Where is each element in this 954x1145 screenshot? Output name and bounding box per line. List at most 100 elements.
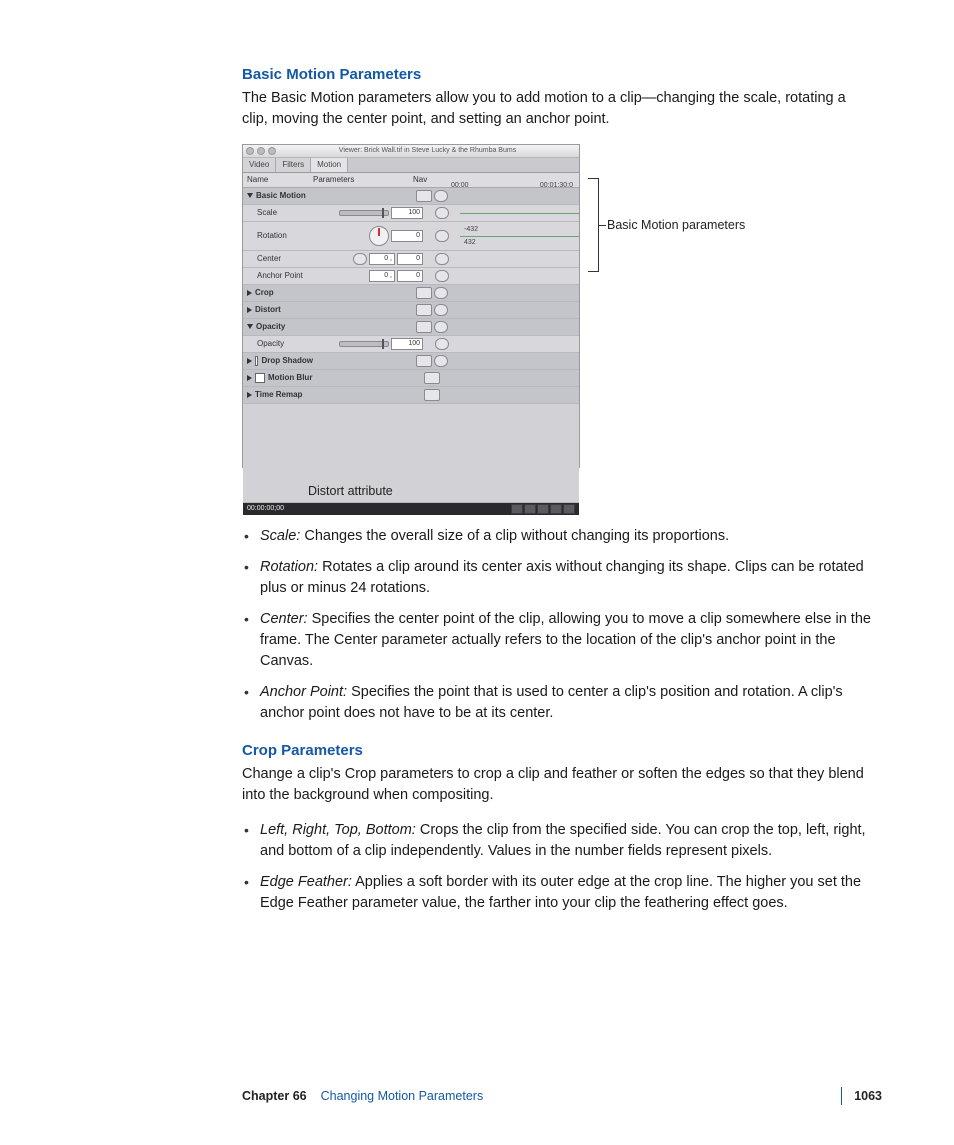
- keyframe-menu-button[interactable]: [434, 190, 448, 202]
- group-label: Opacity: [256, 321, 285, 333]
- motion-blur-checkbox[interactable]: [255, 373, 265, 383]
- status-bar: 00:00:00;00: [243, 503, 579, 515]
- traffic-light-icon[interactable]: [246, 147, 254, 155]
- callout-bracket: [588, 178, 599, 272]
- crosshair-button[interactable]: [353, 253, 367, 265]
- group-distort[interactable]: Distort: [243, 302, 579, 319]
- group-motion-blur[interactable]: Motion Blur: [243, 370, 579, 387]
- reset-button[interactable]: [416, 190, 432, 202]
- viewer-tabs: Video Filters Motion: [243, 158, 579, 173]
- group-time-remap[interactable]: Time Remap: [243, 387, 579, 404]
- keyframe-graph-line: [460, 213, 579, 214]
- nav-button[interactable]: [563, 504, 575, 514]
- group-opacity[interactable]: Opacity: [243, 319, 579, 336]
- opacity-slider[interactable]: [339, 341, 389, 347]
- scale-slider[interactable]: [339, 210, 389, 216]
- param-anchor-point: Anchor Point 0 ,0: [243, 268, 579, 285]
- disclosure-right-icon[interactable]: [247, 290, 252, 296]
- ruler-end: 00:01:30:0: [540, 181, 573, 191]
- list-item: Center: Specifies the center point of th…: [242, 609, 874, 672]
- nav-button[interactable]: [537, 504, 549, 514]
- traffic-light-icon[interactable]: [268, 147, 276, 155]
- keyframe-button[interactable]: [435, 253, 449, 265]
- empty-area: [243, 404, 579, 503]
- group-drop-shadow[interactable]: Drop Shadow: [243, 353, 579, 370]
- reset-button[interactable]: [424, 372, 440, 384]
- group-crop[interactable]: Crop: [243, 285, 579, 302]
- callout-basic-motion-params: Basic Motion parameters: [588, 178, 745, 272]
- ruler-start: 00:00: [451, 181, 469, 191]
- param-label: Anchor Point: [257, 270, 303, 282]
- disclosure-right-icon[interactable]: [247, 392, 252, 398]
- keyframe-button[interactable]: [435, 338, 449, 350]
- group-label: Crop: [255, 287, 274, 299]
- drop-shadow-checkbox[interactable]: [255, 356, 258, 366]
- bullet-text: Specifies the center point of the clip, …: [260, 611, 871, 669]
- center-x[interactable]: 0 ,: [369, 253, 395, 265]
- reset-button[interactable]: [416, 355, 432, 367]
- bullet-text: Specifies the point that is used to cent…: [260, 684, 843, 721]
- group-basic-motion[interactable]: Basic Motion: [243, 188, 579, 205]
- group-label: Motion Blur: [268, 372, 312, 384]
- keyframe-menu-button[interactable]: [434, 321, 448, 333]
- keyframe-menu-button[interactable]: [434, 355, 448, 367]
- disclosure-right-icon[interactable]: [247, 358, 252, 364]
- page: Basic Motion Parameters The Basic Motion…: [0, 0, 954, 1145]
- col-name: Name: [243, 174, 313, 186]
- traffic-light-icon[interactable]: [257, 147, 265, 155]
- rotation-range-top: 432: [464, 238, 476, 248]
- group-label: Distort: [255, 304, 281, 316]
- tab-motion[interactable]: Motion: [311, 158, 348, 172]
- keyframe-graph-line: [460, 236, 579, 237]
- param-rotation: Rotation 0 432 -432: [243, 222, 579, 251]
- scale-value[interactable]: 100: [391, 207, 423, 219]
- crop-bullets: Left, Right, Top, Bottom: Crops the clip…: [242, 820, 874, 914]
- bullet-term: Anchor Point:: [260, 684, 347, 700]
- reset-button[interactable]: [424, 389, 440, 401]
- nav-button[interactable]: [511, 504, 523, 514]
- rotation-value[interactable]: 0: [391, 230, 423, 242]
- disclosure-down-icon[interactable]: [247, 193, 253, 198]
- tab-filters[interactable]: Filters: [276, 158, 311, 172]
- viewer-title: Viewer: Brick Wall.tif in Steve Lucky & …: [279, 146, 576, 156]
- figure-motion-tab: Viewer: Brick Wall.tif in Steve Lucky & …: [242, 144, 874, 504]
- reset-button[interactable]: [416, 287, 432, 299]
- list-item: Scale: Changes the overall size of a cli…: [242, 526, 874, 547]
- bullet-term: Scale:: [260, 528, 300, 544]
- keyframe-button[interactable]: [435, 207, 449, 219]
- opacity-value[interactable]: 100: [391, 338, 423, 350]
- param-center: Center 0 ,0: [243, 251, 579, 268]
- section-intro-crop: Change a clip's Crop parameters to crop …: [242, 764, 874, 806]
- page-footer: Chapter 66 Changing Motion Parameters 10…: [242, 1087, 882, 1105]
- bullet-term: Center:: [260, 611, 308, 627]
- rotation-dial[interactable]: [369, 226, 389, 246]
- center-y[interactable]: 0: [397, 253, 423, 265]
- keyframe-menu-button[interactable]: [434, 287, 448, 299]
- viewer-titlebar: Viewer: Brick Wall.tif in Steve Lucky & …: [243, 145, 579, 158]
- nav-button[interactable]: [550, 504, 562, 514]
- reset-button[interactable]: [416, 304, 432, 316]
- anchor-y[interactable]: 0: [397, 270, 423, 282]
- basic-motion-bullets: Scale: Changes the overall size of a cli…: [242, 526, 874, 724]
- col-parameters: Parameters: [313, 174, 413, 186]
- bullet-text: Rotates a clip around its center axis wi…: [260, 559, 864, 596]
- disclosure-down-icon[interactable]: [247, 324, 253, 329]
- nav-button[interactable]: [524, 504, 536, 514]
- param-scale: Scale 100: [243, 205, 579, 222]
- keyframe-button[interactable]: [435, 230, 449, 242]
- columns-header: Name Parameters Nav 00:00 00:01:30:0: [243, 173, 579, 188]
- disclosure-right-icon[interactable]: [247, 307, 252, 313]
- callout-label: Basic Motion parameters: [607, 216, 745, 234]
- tab-video[interactable]: Video: [243, 158, 276, 172]
- keyframe-menu-button[interactable]: [434, 304, 448, 316]
- rotation-range-bottom: -432: [464, 225, 478, 235]
- reset-button[interactable]: [416, 321, 432, 333]
- section-title-crop: Crop Parameters: [242, 740, 874, 762]
- bullet-text: Changes the overall size of a clip witho…: [300, 528, 729, 544]
- bullet-term: Left, Right, Top, Bottom:: [260, 822, 416, 838]
- anchor-x[interactable]: 0 ,: [369, 270, 395, 282]
- list-item: Rotation: Rotates a clip around its cent…: [242, 557, 874, 599]
- disclosure-right-icon[interactable]: [247, 375, 252, 381]
- param-label: Rotation: [257, 230, 287, 242]
- keyframe-button[interactable]: [435, 270, 449, 282]
